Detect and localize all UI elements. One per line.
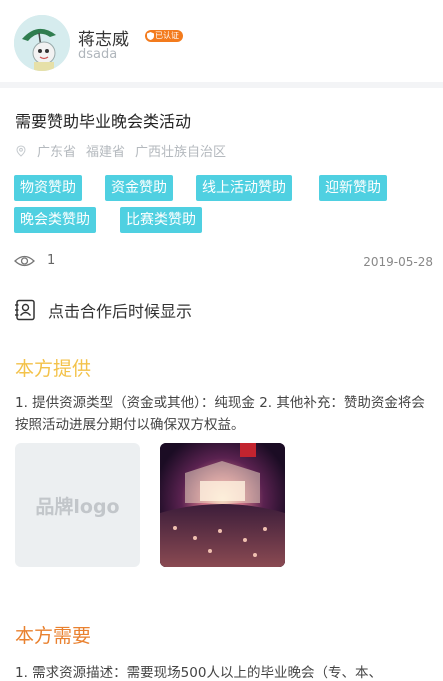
provide-heading: 本方提供	[15, 358, 92, 380]
view-count: 1	[14, 253, 55, 268]
region-item: 广西壮族自治区	[135, 145, 227, 160]
contact-label: 点击合作后时候显示	[48, 302, 193, 321]
region-item: 福建省	[86, 145, 126, 160]
event-photo[interactable]	[160, 443, 285, 567]
shield-icon	[147, 32, 154, 40]
tag-item[interactable]: 晚会类赞助	[14, 207, 96, 233]
tag-item[interactable]: 线上活动赞助	[196, 175, 292, 201]
tag-item[interactable]: 资金赞助	[105, 175, 173, 201]
region-item: 广东省	[37, 145, 77, 160]
tag-item[interactable]: 迎新赞助	[319, 175, 387, 201]
location-icon	[16, 144, 26, 157]
activity-title: 需要赞助毕业晚会类活动	[15, 112, 192, 131]
avatar[interactable]	[14, 15, 70, 71]
provide-description: 1. 提供资源类型（资金或其他）：纯现金 2. 其他补充：赞助资金将会按照活动进…	[15, 395, 425, 433]
verified-label: 已认证	[155, 31, 179, 40]
brand-logo-placeholder[interactable]: 品牌logo	[15, 443, 140, 567]
user-id: dsada	[78, 47, 118, 62]
brand-logo-label: 品牌logo	[35, 495, 120, 518]
tag-item[interactable]: 比赛类赞助	[120, 207, 202, 233]
contact-reveal[interactable]: 点击合作后时候显示	[14, 298, 192, 322]
publish-date: 2019-05-28	[363, 255, 433, 269]
view-count-value: 1	[47, 253, 56, 268]
avatar-cartoon-icon	[14, 15, 70, 71]
profile-header: 蒋志威 dsada 已认证	[0, 0, 443, 88]
concert-photo	[160, 443, 285, 567]
need-heading: 本方需要	[15, 625, 92, 647]
contact-card-icon	[15, 299, 35, 321]
verified-badge: 已认证	[145, 30, 183, 42]
region-list: 广东省 福建省 广西壮族自治区	[15, 141, 236, 160]
eye-icon	[14, 255, 35, 266]
tag-item[interactable]: 物资赞助	[14, 175, 82, 201]
need-description: 1. 需求资源描述：需要现场500人以上的毕业晚会（专、本、	[15, 665, 382, 681]
